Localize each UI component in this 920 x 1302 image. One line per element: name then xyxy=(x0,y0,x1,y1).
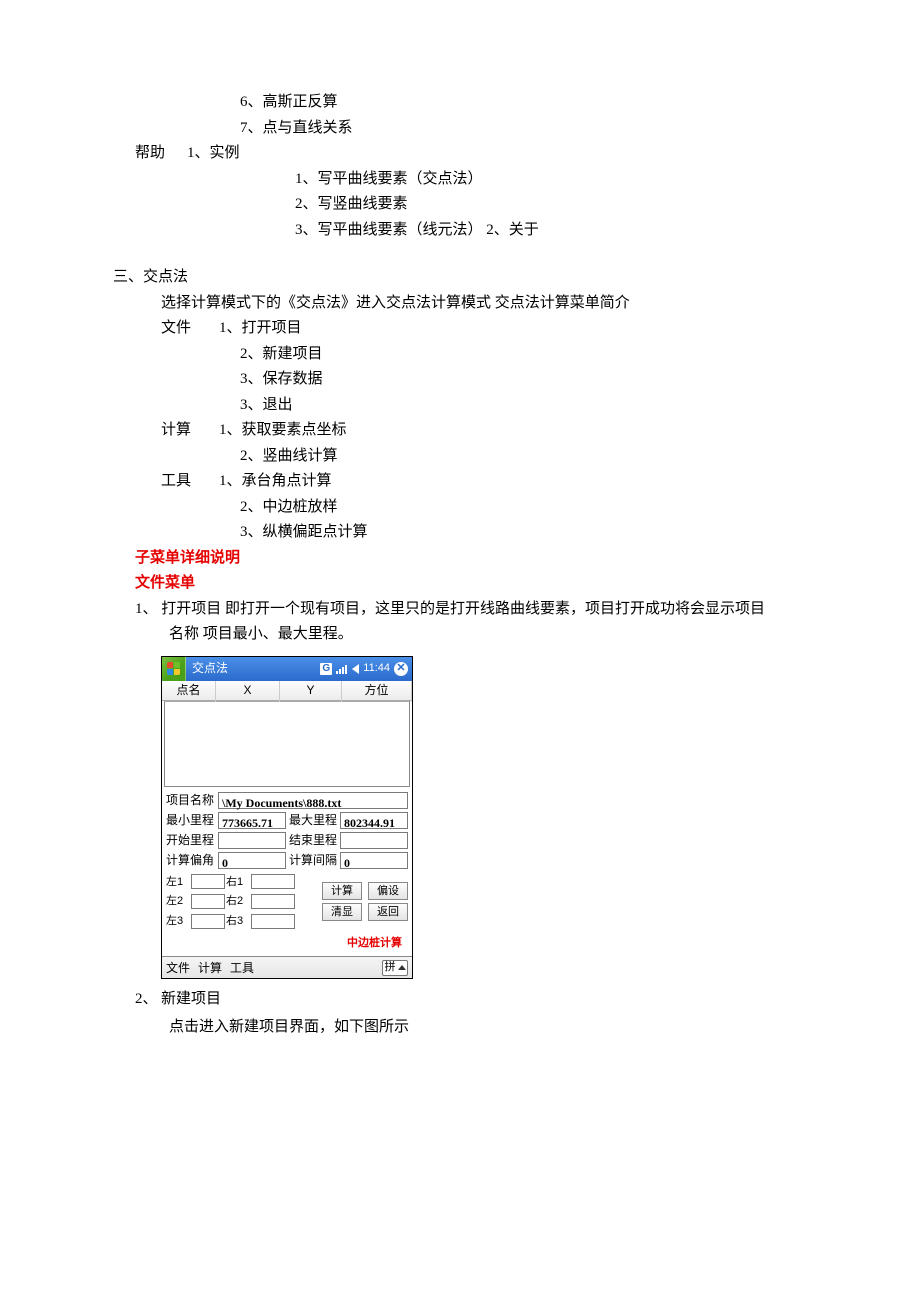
input-r1[interactable] xyxy=(251,874,295,889)
label-interval: 计算间隔 xyxy=(288,850,338,870)
help-sub-1: 1、写平曲线要素（交点法） xyxy=(135,167,860,193)
menu-label-help: 帮助 xyxy=(135,141,187,167)
menu-label-calc: 计算 xyxy=(161,418,219,444)
input-interval[interactable]: 0 xyxy=(340,852,408,869)
status-tray: G 11:44 ✕ xyxy=(320,659,412,678)
gprs-icon[interactable]: G xyxy=(320,663,332,675)
back-button[interactable]: 返回 xyxy=(368,903,408,921)
tool-item-3: 3、纵横偏距点计算 xyxy=(135,520,860,546)
label-endmile: 结束里程 xyxy=(288,830,338,850)
input-r2[interactable] xyxy=(251,894,295,909)
red-heading-filemenu: 文件菜单 xyxy=(135,571,860,597)
label-projname: 项目名称 xyxy=(166,790,216,810)
label-r1: 右1 xyxy=(226,873,250,892)
windows-flag-icon xyxy=(167,662,181,676)
input-offset[interactable]: 0 xyxy=(218,852,286,869)
speaker-icon[interactable] xyxy=(352,664,359,674)
prev-list-item-6: 6、高斯正反算 xyxy=(135,90,860,116)
label-l1: 左1 xyxy=(166,873,190,892)
input-maxmile[interactable]: 802344.91 xyxy=(340,812,408,829)
menu-file[interactable]: 文件 xyxy=(166,958,190,978)
input-startmile[interactable] xyxy=(218,832,286,849)
close-icon[interactable]: ✕ xyxy=(394,662,408,676)
clear-button[interactable]: 清显 xyxy=(322,903,362,921)
file-item-3: 3、保存数据 xyxy=(135,367,860,393)
sip-label: 拼 xyxy=(385,958,396,977)
menu-label-file: 文件 xyxy=(161,316,219,342)
input-minmile[interactable]: 773665.71 xyxy=(218,812,286,829)
help-item-1: 1、实例 xyxy=(187,141,240,167)
offset-button[interactable]: 偏设 xyxy=(368,882,408,900)
label-r2: 右2 xyxy=(226,892,250,911)
window-title: 交点法 xyxy=(186,658,320,678)
calc-button[interactable]: 计算 xyxy=(322,882,362,900)
section3-intro: 选择计算模式下的《交点法》进入交点法计算模式 交点法计算菜单简介 xyxy=(135,291,860,317)
label-startmile: 开始里程 xyxy=(166,830,216,850)
input-projname[interactable]: \My Documents\888.txt xyxy=(218,792,408,809)
label-r3: 右3 xyxy=(226,912,250,931)
desc2-line: 点击进入新建项目界面，如下图所示 xyxy=(135,1015,860,1041)
col-direction[interactable]: 方位 xyxy=(342,678,412,702)
list-headers: 点名 X Y 方位 xyxy=(162,681,412,701)
help-sub-3: 3、写平曲线要素（线元法） 2、关于 xyxy=(135,218,860,244)
desc2-title: 新建项目 xyxy=(161,987,221,1013)
desc2-num: 2、 xyxy=(135,987,149,1013)
calc-item-1: 1、获取要素点坐标 xyxy=(219,418,347,444)
input-l2[interactable] xyxy=(191,894,225,909)
pda-screenshot: 交点法 G 11:44 ✕ 点名 X Y 方位 项目名称 \My Documen… xyxy=(161,656,413,980)
list-area[interactable] xyxy=(164,701,410,787)
menu-calc[interactable]: 计算 xyxy=(198,958,222,978)
input-l3[interactable] xyxy=(191,914,225,929)
menu-tool[interactable]: 工具 xyxy=(230,958,254,978)
label-maxmile: 最大里程 xyxy=(288,810,338,830)
menu-label-tool: 工具 xyxy=(161,469,219,495)
pda-menubar: 文件 计算 工具 拼 xyxy=(162,956,412,978)
section3-title: 三、交点法 xyxy=(113,265,860,291)
tool-item-1: 1、承台角点计算 xyxy=(219,469,332,495)
pda-titlebar: 交点法 G 11:44 ✕ xyxy=(162,657,412,681)
sip-button[interactable]: 拼 xyxy=(382,960,408,976)
input-l1[interactable] xyxy=(191,874,225,889)
help-sub-2: 2、写竖曲线要素 xyxy=(135,192,860,218)
col-y[interactable]: Y xyxy=(280,678,342,702)
start-button[interactable] xyxy=(162,657,186,681)
chevron-up-icon xyxy=(398,965,406,970)
label-minmile: 最小里程 xyxy=(166,810,216,830)
desc-open-line2: 名称 项目最小、最大里程。 xyxy=(135,622,860,648)
signal-icon[interactable] xyxy=(336,664,348,674)
mode-label: 中边桩计算 xyxy=(166,931,408,957)
clock-text: 11:44 xyxy=(363,659,390,678)
label-offset: 计算偏角 xyxy=(166,850,216,870)
file-item-1: 1、打开项目 xyxy=(219,316,302,342)
col-pointname[interactable]: 点名 xyxy=(162,678,216,702)
tool-item-2: 2、中边桩放样 xyxy=(135,495,860,521)
file-item-4: 3、退出 xyxy=(135,393,860,419)
calc-item-2: 2、竖曲线计算 xyxy=(135,444,860,470)
desc-open-line1: 1、 打开项目 即打开一个现有项目，这里只的是打开线路曲线要素，项目打开成功将会… xyxy=(135,597,860,623)
input-endmile[interactable] xyxy=(340,832,408,849)
input-r3[interactable] xyxy=(251,914,295,929)
label-l3: 左3 xyxy=(166,912,190,931)
prev-list-item-7: 7、点与直线关系 xyxy=(135,116,860,142)
red-heading-submenu: 子菜单详细说明 xyxy=(135,546,860,572)
label-l2: 左2 xyxy=(166,892,190,911)
file-item-2: 2、新建项目 xyxy=(135,342,860,368)
col-x[interactable]: X xyxy=(216,678,280,702)
